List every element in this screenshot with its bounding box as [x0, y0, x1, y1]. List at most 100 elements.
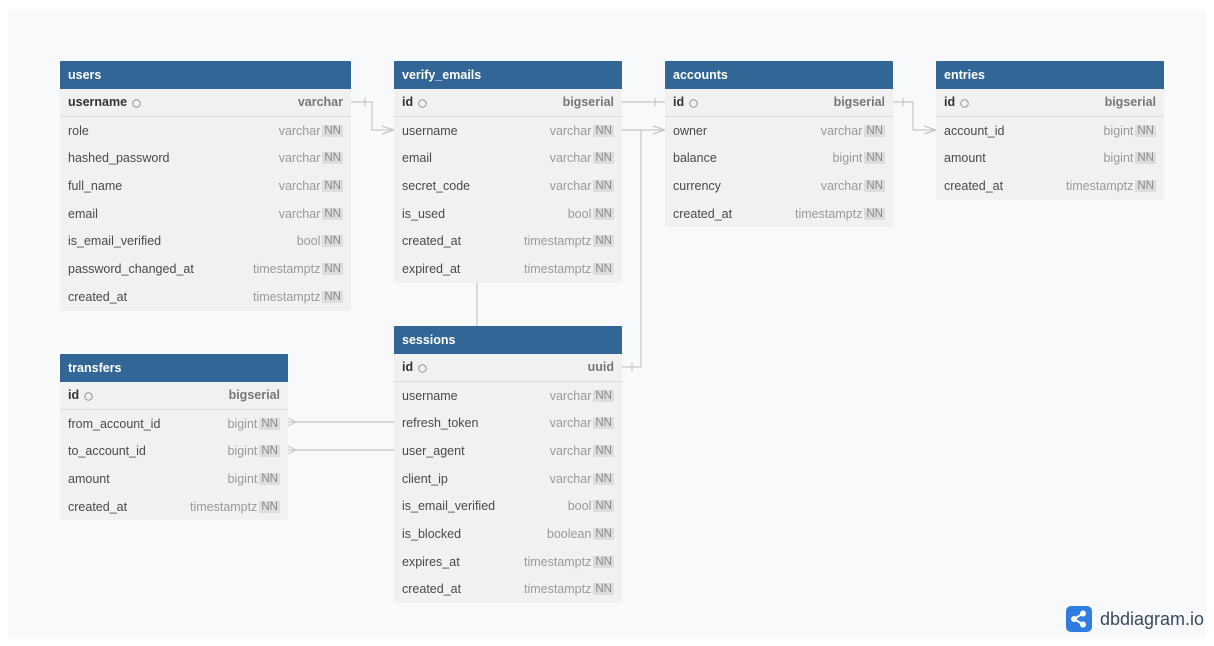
column-type: varchar: [549, 388, 592, 403]
column-type: bigint: [1103, 123, 1134, 138]
column-type: boolean: [546, 526, 592, 541]
column-name-text: account_id: [944, 123, 1005, 138]
column-name-text: created_at: [68, 289, 128, 304]
column-type: varchar: [278, 178, 321, 193]
key-icon: [416, 362, 429, 374]
column-row[interactable]: currency varchar NN: [665, 172, 893, 200]
brand-logo[interactable]: dbdiagram.io: [1065, 606, 1204, 632]
column-name-text: role: [68, 123, 89, 138]
column-name: created_at: [68, 500, 190, 514]
column-type: bigint: [227, 444, 258, 459]
table-verify-emails[interactable]: verify_emails id bigserial username varchar N…: [394, 61, 622, 283]
column-name-text: client_ip: [402, 471, 448, 486]
column-type: varchar: [549, 471, 592, 486]
column-row[interactable]: created_at timestamptz NN: [936, 172, 1164, 200]
column-name-text: to_account_id: [68, 444, 146, 459]
column-row[interactable]: secret_code varchar NN: [394, 172, 622, 200]
not-null-badge: NN: [593, 235, 614, 248]
column-row[interactable]: owner varchar NN: [665, 117, 893, 145]
table-header[interactable]: accounts: [665, 61, 893, 89]
table-entries[interactable]: entries id bigserial account_id bigint NN amou…: [936, 61, 1164, 200]
column-row[interactable]: expires_at timestamptz NN: [394, 548, 622, 576]
column-name-text: password_changed_at: [68, 261, 194, 276]
column-row[interactable]: from_account_id bigint NN: [60, 410, 288, 438]
not-null-badge: NN: [593, 500, 614, 513]
column-type: uuid: [587, 360, 614, 375]
table-users[interactable]: users username varchar role varchar NN hashed_…: [60, 61, 351, 311]
column-name: id: [402, 360, 588, 374]
column-row[interactable]: balance bigint NN: [665, 144, 893, 172]
column-row[interactable]: client_ip varchar NN: [394, 465, 622, 493]
column-row[interactable]: amount bigint NN: [60, 465, 288, 493]
column-name: account_id: [944, 124, 1103, 138]
column-row[interactable]: id bigserial: [936, 89, 1164, 117]
column-row[interactable]: username varchar NN: [394, 117, 622, 145]
column-row[interactable]: full_name varchar NN: [60, 172, 351, 200]
column-name: expired_at: [402, 262, 524, 276]
key-icon: [82, 390, 95, 402]
column-row[interactable]: email varchar NN: [394, 144, 622, 172]
column-name: hashed_password: [68, 151, 279, 165]
column-row[interactable]: id uuid: [394, 354, 622, 382]
column-type: bigserial: [833, 95, 885, 110]
column-row[interactable]: is_used bool NN: [394, 200, 622, 228]
table-header[interactable]: verify_emails: [394, 61, 622, 89]
column-row[interactable]: is_email_verified bool NN: [60, 227, 351, 255]
column-row[interactable]: id bigserial: [394, 89, 622, 117]
column-name-text: amount: [68, 471, 110, 486]
column-name-text: username: [402, 123, 458, 138]
not-null-badge: NN: [1135, 152, 1156, 165]
relation-sessions-username: [622, 130, 642, 368]
relation-accounts-entries: [893, 101, 936, 131]
not-null-badge: NN: [322, 124, 343, 137]
column-name: from_account_id: [68, 417, 227, 431]
not-null-badge: NN: [593, 444, 614, 457]
not-null-badge: NN: [593, 262, 614, 275]
table-header[interactable]: entries: [936, 61, 1164, 89]
column-row[interactable]: role varchar NN: [60, 117, 351, 145]
column-row[interactable]: created_at timestamptz NN: [60, 283, 351, 311]
column-name: id: [673, 95, 834, 109]
column-name: password_changed_at: [68, 262, 253, 276]
column-type: timestamptz: [1065, 178, 1134, 193]
column-row[interactable]: refresh_token varchar NN: [394, 409, 622, 437]
table-accounts[interactable]: accounts id bigserial owner varchar NN balance…: [665, 61, 893, 228]
column-row[interactable]: created_at timestamptz NN: [394, 576, 622, 604]
table-transfers[interactable]: transfers id bigserial from_account_id bigin…: [60, 354, 288, 521]
column-row[interactable]: to_account_id bigint NN: [60, 437, 288, 465]
column-row[interactable]: id bigserial: [60, 382, 288, 410]
column-name-text: email: [402, 151, 432, 166]
column-row[interactable]: username varchar NN: [394, 382, 622, 410]
column-row[interactable]: user_agent varchar NN: [394, 437, 622, 465]
column-row[interactable]: id bigserial: [665, 89, 893, 117]
not-null-badge: NN: [1135, 124, 1156, 137]
column-row[interactable]: email varchar NN: [60, 200, 351, 228]
table-header[interactable]: users: [60, 61, 351, 89]
column-name: balance: [673, 151, 832, 165]
column-type: timestamptz: [523, 554, 592, 569]
column-row[interactable]: account_id bigint NN: [936, 117, 1164, 145]
table-header[interactable]: transfers: [60, 354, 288, 382]
column-type: varchar: [278, 151, 321, 166]
column-row[interactable]: created_at timestamptz NN: [60, 493, 288, 521]
column-type: bigint: [227, 471, 258, 486]
column-row[interactable]: is_blocked boolean NN: [394, 520, 622, 548]
not-null-badge: NN: [593, 527, 614, 540]
column-type: varchar: [549, 416, 592, 431]
column-row[interactable]: password_changed_at timestamptz NN: [60, 255, 351, 283]
column-name: user_agent: [402, 444, 550, 458]
column-row[interactable]: expired_at timestamptz NN: [394, 255, 622, 283]
column-row[interactable]: username varchar: [60, 89, 351, 117]
column-type: varchar: [549, 178, 592, 193]
column-row[interactable]: created_at timestamptz NN: [394, 227, 622, 255]
column-type: timestamptz: [523, 261, 592, 276]
column-row[interactable]: is_email_verified bool NN: [394, 492, 622, 520]
table-header[interactable]: sessions: [394, 326, 622, 354]
column-row[interactable]: amount bigint NN: [936, 144, 1164, 172]
column-row[interactable]: created_at timestamptz NN: [665, 200, 893, 228]
column-row[interactable]: hashed_password varchar NN: [60, 144, 351, 172]
table-sessions[interactable]: sessions id uuid username varchar NN refresh_t…: [394, 326, 622, 604]
column-type: bool: [296, 234, 321, 249]
column-name-text: user_agent: [402, 443, 465, 458]
column-type: bigserial: [1104, 95, 1156, 110]
